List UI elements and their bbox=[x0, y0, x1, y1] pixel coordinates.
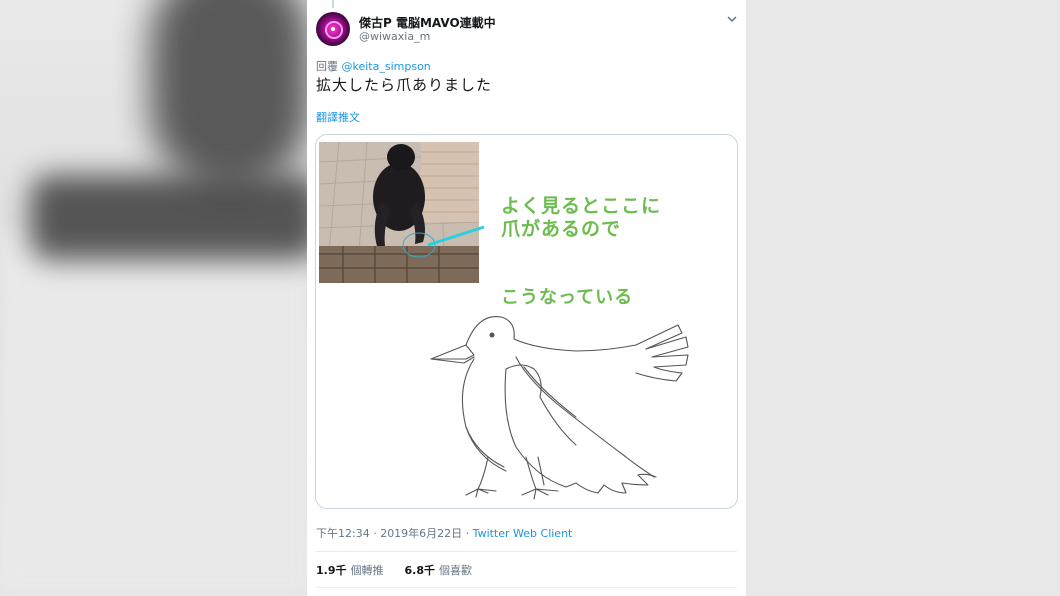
blur-shape bbox=[150, 0, 310, 190]
thread-line bbox=[332, 0, 334, 8]
reply-context: 回覆 @keita_simpson bbox=[316, 58, 431, 74]
retweet-count: 1.9千 bbox=[316, 564, 347, 577]
tweet-metadata: 下午12:34 · 2019年6月22日 · Twitter Web Clien… bbox=[316, 525, 572, 541]
reply-prefix: 回覆 bbox=[316, 60, 338, 73]
blur-shape bbox=[30, 175, 320, 260]
divider bbox=[316, 551, 737, 552]
annotation-line-1: よく見るとここに bbox=[501, 195, 662, 217]
display-name[interactable]: 傑古P 電脳MAVO連載中 bbox=[359, 14, 496, 31]
tweet-media[interactable]: よく見るとここに 爪があるので こうなっている bbox=[315, 134, 738, 509]
tweet-text: 拡大したら爪ありました bbox=[316, 76, 493, 94]
avatar-dot bbox=[331, 27, 335, 31]
image-annotation-text: よく見るとここに 爪があるので bbox=[501, 195, 661, 241]
avatar[interactable] bbox=[316, 12, 350, 46]
timestamp[interactable]: 下午12:34 · 2019年6月22日 · bbox=[316, 527, 473, 540]
background-left-blurred bbox=[0, 0, 320, 596]
like-label: 個喜歡 bbox=[439, 564, 472, 577]
divider bbox=[316, 587, 737, 588]
client-link[interactable]: Twitter Web Client bbox=[473, 527, 573, 540]
annotation-line-2: 爪があるので bbox=[501, 218, 622, 240]
translate-tweet-link[interactable]: 翻譯推文 bbox=[316, 109, 360, 125]
retweet-stat[interactable]: 1.9千 個轉推 bbox=[316, 564, 384, 577]
background-right bbox=[746, 0, 1060, 596]
crow-photo-image bbox=[319, 142, 479, 283]
retweet-label: 個轉推 bbox=[350, 564, 384, 577]
user-handle[interactable]: @wiwaxia_m bbox=[359, 30, 430, 43]
pointer-line bbox=[427, 225, 485, 247]
crow-photo[interactable] bbox=[319, 142, 479, 283]
annotation-line-3: こうなっている bbox=[501, 287, 634, 308]
reply-mention-link[interactable]: @keita_simpson bbox=[342, 60, 431, 73]
blur-shape bbox=[0, 230, 310, 590]
like-count: 6.8千 bbox=[404, 564, 436, 577]
crow-drawing bbox=[430, 316, 689, 500]
tweet-stats: 1.9千 個轉推 6.8千 個喜歡 bbox=[316, 562, 472, 578]
like-stat[interactable]: 6.8千 個喜歡 bbox=[405, 564, 473, 577]
chevron-down-icon[interactable] bbox=[726, 14, 738, 24]
